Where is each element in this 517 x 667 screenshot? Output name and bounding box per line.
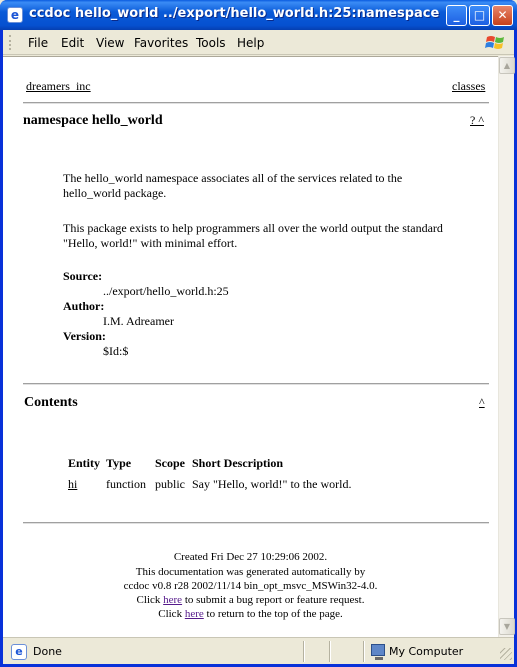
entity-hi-link[interactable]: hi xyxy=(68,477,77,492)
window-title: ccdoc hello_world ../export/hello_world.… xyxy=(29,6,444,21)
my-computer-icon xyxy=(371,644,385,660)
entity-description: Say "Hello, world!" to the world. xyxy=(192,477,352,491)
footer-bug-report: Click here to submit a bug report or fea… xyxy=(3,594,498,606)
close-button[interactable]: ✕ xyxy=(492,5,513,26)
footer-generated: This documentation was generated automat… xyxy=(135,566,366,578)
description-text: "Hello, world!" with minimal effort. xyxy=(63,236,238,250)
contents-heading: Contents xyxy=(24,395,78,410)
column-header-entity: Entity xyxy=(68,456,101,470)
scroll-up-button[interactable]: ▲ xyxy=(499,57,515,74)
column-header-type: Type xyxy=(106,456,132,470)
status-bar: e Done My Computer xyxy=(3,637,514,664)
column-header-description: Short Description xyxy=(192,456,283,470)
menu-bar: File Edit View Favorites Tools Help xyxy=(3,30,514,55)
browser-window: e ccdoc hello_world ../export/hello_worl… xyxy=(0,0,517,667)
footer-version: ccdoc v0.8 r28 2002/11/14 bin_opt_msvc_M… xyxy=(123,580,378,592)
scroll-down-button[interactable]: ▼ xyxy=(499,618,515,635)
top-of-page-link[interactable]: here xyxy=(185,608,204,620)
menu-file[interactable]: File xyxy=(28,36,48,50)
footer-created: Created Fri Dec 27 10:29:06 2002. xyxy=(173,551,328,563)
version-value: $Id:$ xyxy=(103,344,129,358)
status-separator xyxy=(329,641,331,662)
dreamers-inc-link[interactable]: dreamers_inc xyxy=(26,79,91,94)
footer-text: to submit a bug report or feature reques… xyxy=(184,594,365,606)
status-separator xyxy=(303,641,305,662)
description-text: The hello_world namespace associates all… xyxy=(63,171,403,185)
footer-text: to return to the top of the page. xyxy=(206,608,343,620)
menu-favorites[interactable]: Favorites xyxy=(134,36,188,50)
ie-logo-icon: e xyxy=(7,7,23,23)
menu-view[interactable]: View xyxy=(96,36,124,50)
entity-scope: public xyxy=(155,477,185,491)
menu-help[interactable]: Help xyxy=(237,36,264,50)
divider xyxy=(23,102,489,104)
title-bar[interactable]: e ccdoc hello_world ../export/hello_worl… xyxy=(0,0,517,30)
minimize-button[interactable]: _ xyxy=(446,5,467,26)
column-header-scope: Scope xyxy=(155,456,185,470)
source-value: ../export/hello_world.h:25 xyxy=(103,284,229,298)
version-label: Version: xyxy=(63,329,106,343)
contents-up-link[interactable]: ^ xyxy=(479,395,485,410)
page-icon: e xyxy=(11,644,27,660)
footer-text: Click xyxy=(158,608,183,620)
document-content: dreamers_inc classes namespace hello_wor… xyxy=(3,56,498,637)
classes-link[interactable]: classes xyxy=(452,79,485,94)
status-text: Done xyxy=(33,645,62,658)
toolbar-grip xyxy=(9,35,12,50)
status-separator xyxy=(363,641,365,662)
vertical-scrollbar[interactable]: ▲ ▼ xyxy=(498,56,515,637)
windows-flag-icon xyxy=(485,36,504,49)
footer-text: Click xyxy=(136,594,161,606)
menu-edit[interactable]: Edit xyxy=(61,36,84,50)
author-value: I.M. Adreamer xyxy=(103,314,174,328)
menu-tools[interactable]: Tools xyxy=(196,36,226,50)
footer-top: Click here to return to the top of the p… xyxy=(3,608,498,620)
namespace-quick-links[interactable]: ? ^ xyxy=(470,113,484,128)
entity-type: function xyxy=(106,477,146,491)
source-label: Source: xyxy=(63,269,103,283)
description-text: This package exists to help programmers … xyxy=(63,221,443,235)
description-text: hello_world package. xyxy=(63,186,167,200)
security-zone: My Computer xyxy=(389,645,464,658)
resize-grip[interactable] xyxy=(500,648,512,660)
divider xyxy=(23,522,489,524)
bug-report-link[interactable]: here xyxy=(163,594,182,606)
divider xyxy=(23,383,489,385)
maximize-button[interactable]: □ xyxy=(469,5,490,26)
namespace-heading: namespace hello_world xyxy=(23,113,163,128)
author-label: Author: xyxy=(63,299,105,313)
